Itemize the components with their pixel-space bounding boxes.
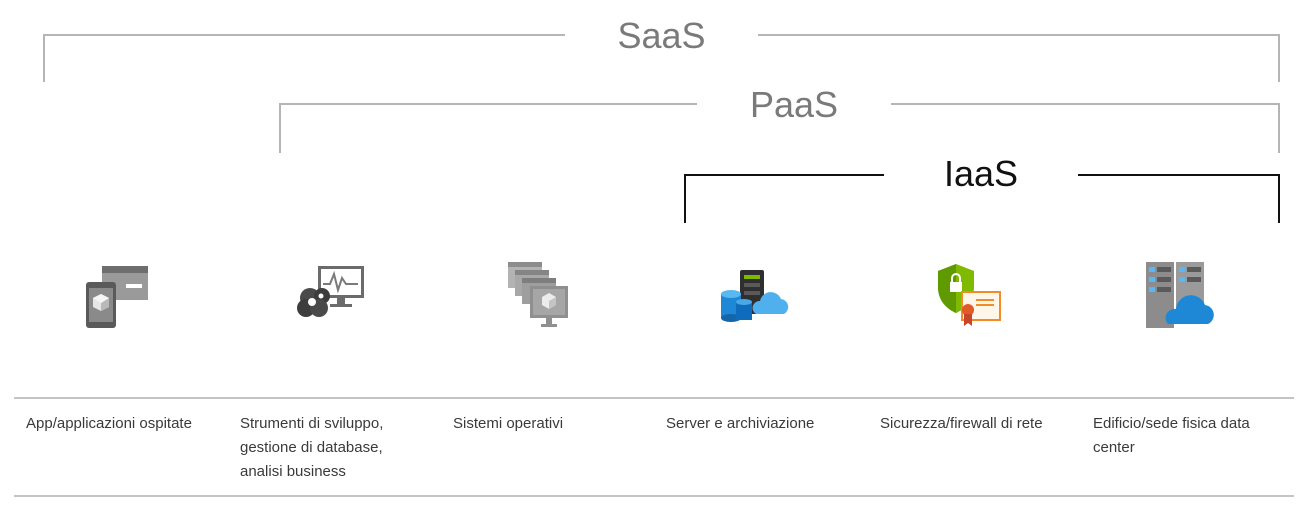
table-top-divider	[14, 397, 1294, 399]
servers-storage-icon	[716, 258, 792, 334]
label-dev-tools: Strumenti di sviluppo, gestione di datab…	[240, 415, 384, 480]
paas-label: PaaS	[697, 83, 891, 127]
dev-tools-icon	[292, 258, 368, 334]
security-firewall-icon	[930, 258, 1006, 334]
hosted-apps-icon	[80, 258, 156, 334]
label-datacenter: Edificio/sede fisica data center	[1093, 415, 1250, 456]
datacenter-building-icon	[1140, 258, 1216, 334]
label-operating-systems: Sistemi operativi	[453, 415, 564, 432]
label-hosted-apps: App/applicazioni ospitate	[26, 415, 192, 432]
operating-systems-icon	[500, 258, 576, 334]
table-bottom-divider	[14, 495, 1294, 497]
saas-label: SaaS	[565, 14, 758, 58]
label-security-firewall: Sicurezza/firewall di rete	[880, 415, 1043, 432]
iaas-label: IaaS	[884, 152, 1078, 196]
label-servers-storage: Server e archiviazione	[666, 415, 815, 432]
